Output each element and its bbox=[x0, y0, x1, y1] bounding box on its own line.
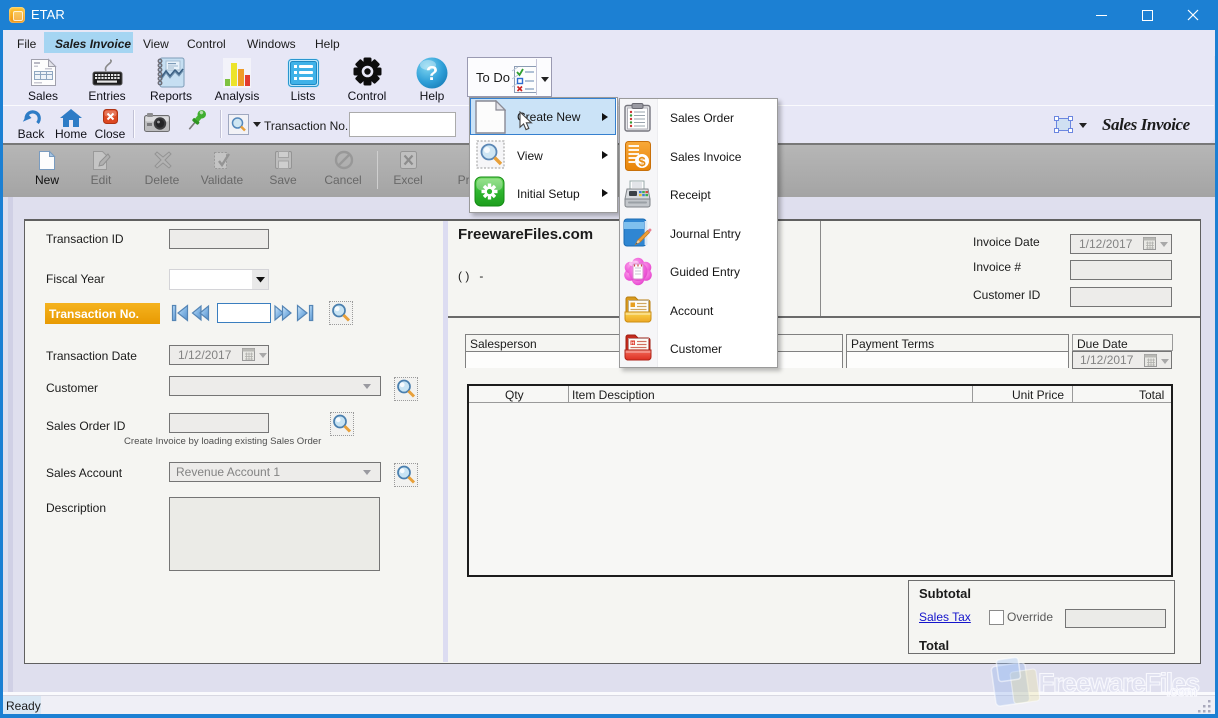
svg-text:$: $ bbox=[638, 154, 646, 169]
svg-text:.com: .com bbox=[1166, 683, 1197, 699]
svg-text:?: ? bbox=[426, 63, 438, 85]
